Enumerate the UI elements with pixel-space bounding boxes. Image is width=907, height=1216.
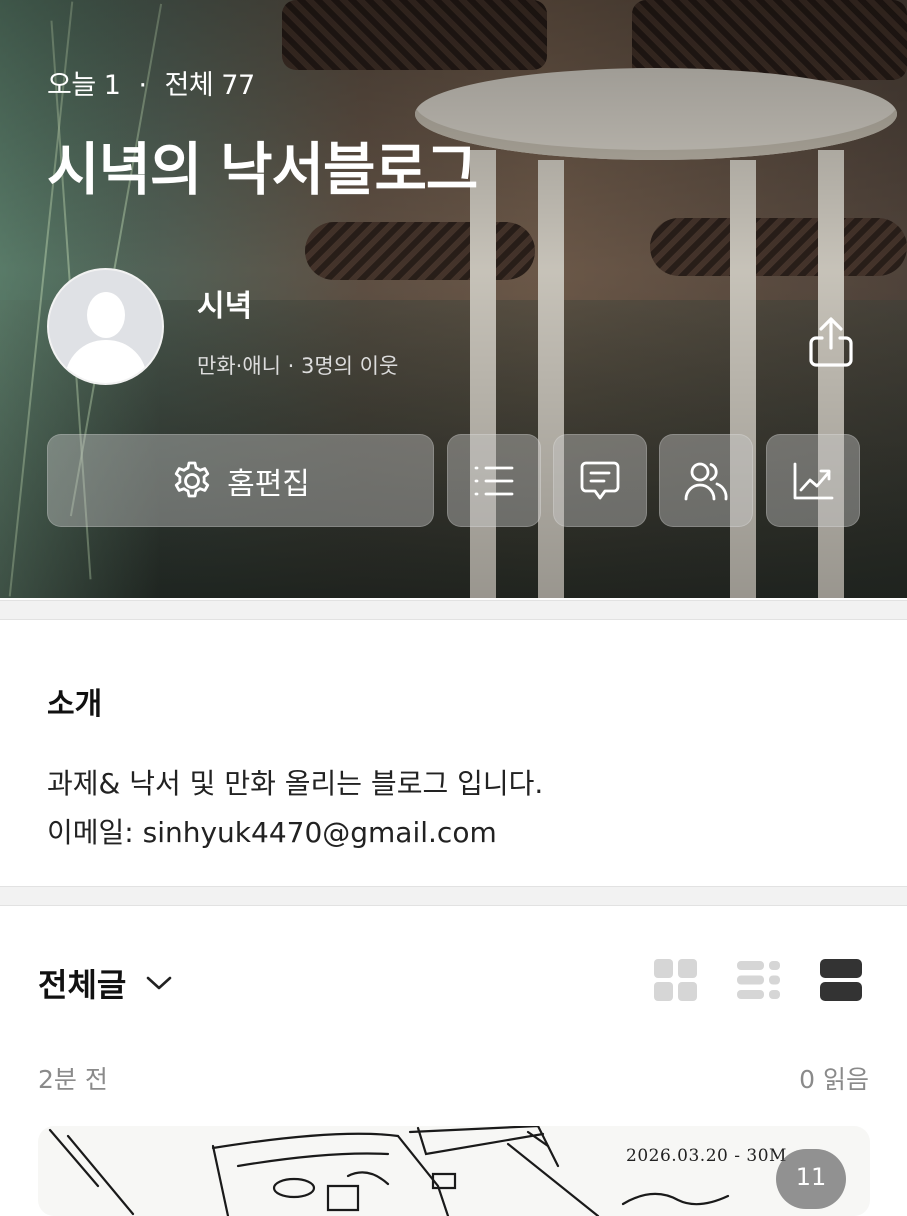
post-filter-dropdown[interactable]: 전체글 [38, 960, 172, 1006]
intro-description: 과제& 낙서 및 만화 올리는 블로그 입니다. [47, 767, 544, 800]
post-time: 2분 전 [38, 1065, 108, 1094]
home-edit-button[interactable]: 홈편집 [47, 434, 434, 527]
neighbors-button[interactable] [659, 434, 753, 527]
comment-icon [580, 461, 620, 499]
card-view-icon [820, 959, 862, 1001]
blog-title[interactable]: 시녁의 낙서블로그 [47, 124, 478, 206]
gear-icon [174, 461, 210, 497]
stats-separator: · [138, 70, 147, 101]
card-view-button[interactable] [818, 957, 864, 1003]
statistics-button[interactable] [766, 434, 860, 527]
avatar-person-icon [87, 292, 125, 338]
intro-heading: 소개 [47, 687, 103, 722]
neighbors-icon [684, 462, 728, 500]
guestbook-button[interactable] [553, 434, 647, 527]
list-view-button[interactable] [736, 957, 782, 1003]
today-count: 오늘 1 [47, 70, 121, 101]
avatar-person-icon [65, 340, 147, 383]
owner-name[interactable]: 시녁 [197, 281, 252, 325]
sketch-date-note: 2026.03.20 - 30M [626, 1146, 787, 1166]
avatar[interactable] [47, 268, 164, 385]
post-thumbnail[interactable]: 2026.03.20 - 30M [38, 1126, 870, 1216]
image-count-badge: 11 [776, 1149, 846, 1209]
grid-view-icon [654, 959, 697, 1001]
share-button[interactable] [804, 314, 858, 370]
chevron-down-icon [147, 976, 172, 990]
category-list-button[interactable] [447, 434, 541, 527]
owner-meta: 만화·애니 · 3명의 이웃 [197, 354, 399, 378]
list-view-icon [737, 961, 780, 999]
post-read-count: 0 읽음 [799, 1065, 869, 1094]
share-icon [809, 317, 853, 367]
section-divider [0, 886, 907, 906]
stats-icon [793, 462, 834, 499]
intro-email[interactable]: 이메일: sinhyuk4470@gmail.com [47, 811, 497, 851]
home-edit-label: 홈편집 [227, 466, 310, 502]
grid-view-button[interactable] [653, 957, 699, 1003]
section-divider [0, 600, 907, 620]
list-icon [474, 466, 514, 495]
visitor-stats: 오늘 1 · 전체 77 [47, 63, 255, 102]
post-filter-label: 전체글 [38, 966, 127, 1004]
total-count: 전체 77 [164, 70, 256, 101]
sketch-drawing [48, 1126, 730, 1216]
